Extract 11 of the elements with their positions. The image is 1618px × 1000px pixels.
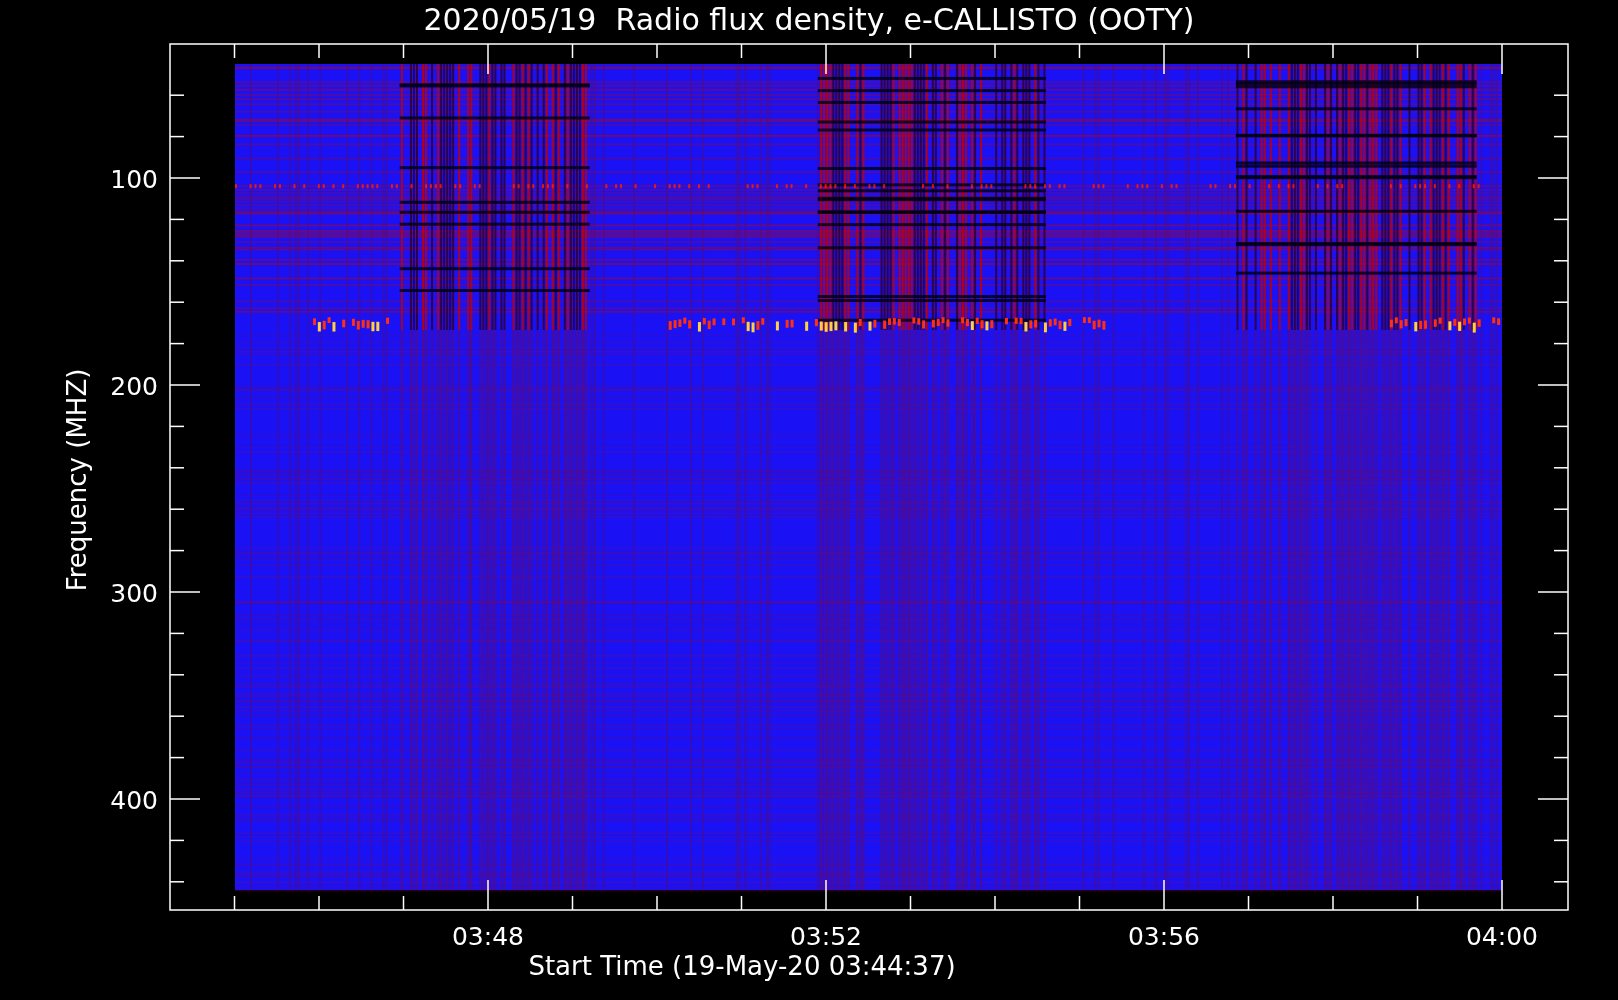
x-tick-label: 03:56	[1128, 922, 1200, 951]
x-axis-label: Start Time (19-May-20 03:44:37)	[528, 951, 956, 981]
y-tick-label: 300	[110, 579, 158, 608]
x-tick-label: 04:00	[1466, 922, 1538, 951]
y-tick-label: 200	[110, 372, 158, 401]
y-tick-label: 400	[110, 786, 158, 815]
y-tick-label: 100	[110, 165, 158, 194]
plot-title: 2020/05/19 Radio flux density, e-CALLISTO (OOTY)	[423, 2, 1195, 37]
x-tick-label: 03:48	[452, 922, 524, 951]
x-tick-label: 03:52	[790, 922, 862, 951]
y-axis-label: Frequency (MHZ)	[62, 368, 92, 592]
